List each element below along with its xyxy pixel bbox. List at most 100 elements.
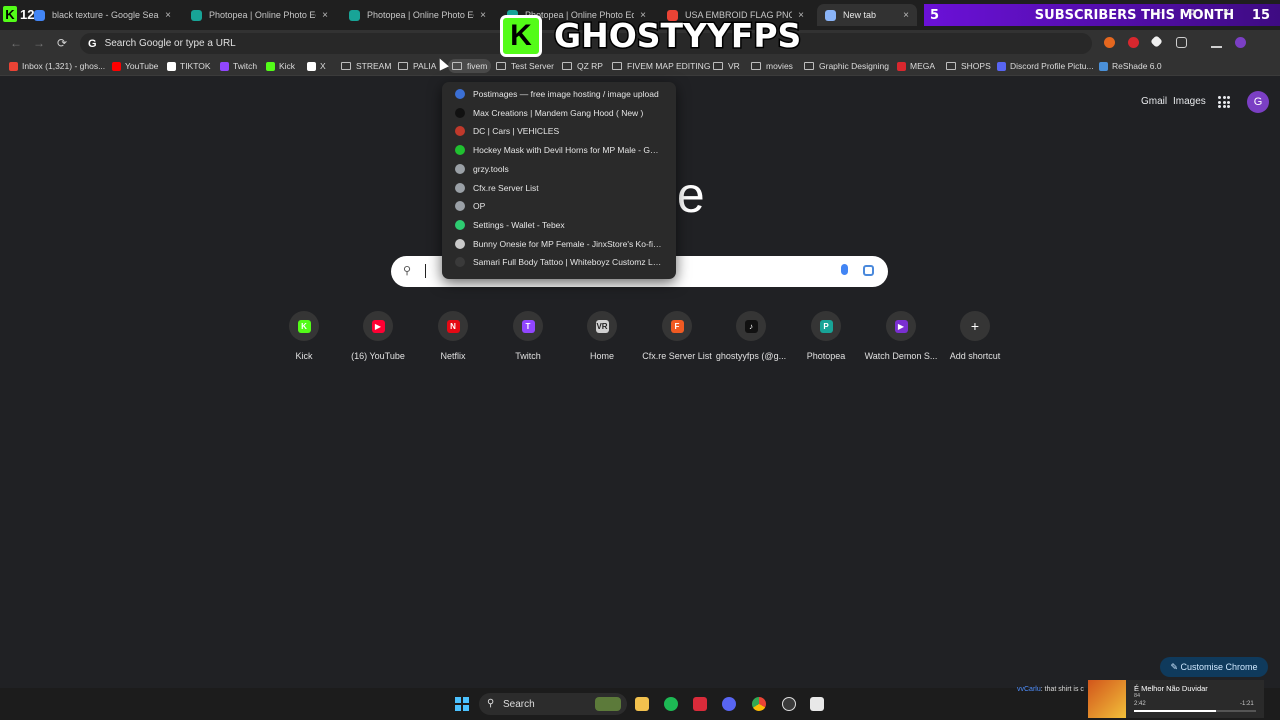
window-controls[interactable]: — ⧉ ✕ <box>1153 8 1242 18</box>
subscribers-count-right: 15 <box>1251 7 1270 23</box>
adobe-icon[interactable] <box>693 697 707 711</box>
reload-button[interactable]: ⟳ <box>57 36 67 50</box>
bookmark-17[interactable]: Discord Profile Pictu... <box>997 59 1094 73</box>
tab-close-icon[interactable]: × <box>165 10 171 21</box>
tab-close-icon[interactable]: × <box>903 10 909 21</box>
bookmark-5[interactable]: X <box>307 59 326 73</box>
dropdown-item-7[interactable]: Settings - Wallet - Tebex <box>442 216 676 234</box>
dropdown-item-8[interactable]: Bunny Onesie for MP Female - JinxStore's… <box>442 235 676 253</box>
tab-favicon-icon <box>34 9 45 21</box>
dropdown-item-4[interactable]: grzy.tools <box>442 160 676 178</box>
tab-0[interactable]: black texture - Google Search × <box>26 4 179 26</box>
shortcut-9[interactable]: + Add shortcut <box>938 311 1012 361</box>
site-favicon-icon <box>455 182 465 193</box>
customise-chrome-button[interactable]: ✎ Customise Chrome <box>1160 657 1268 677</box>
dropdown-item-0[interactable]: Postimages — free image hosting / image … <box>442 85 676 103</box>
dropdown-item-6[interactable]: OP <box>442 197 676 215</box>
bookmark-4[interactable]: Kick <box>266 59 295 73</box>
bookmark-label: Twitch <box>233 61 258 71</box>
extensions-puzzle-icon[interactable] <box>1176 37 1187 48</box>
extension-icon-2[interactable] <box>1128 37 1139 48</box>
bookmark-8[interactable]: fivem <box>448 59 492 73</box>
bookmark-label: SHOPS <box>961 61 991 71</box>
shortcut-label: Home <box>589 351 614 361</box>
discord-icon[interactable] <box>722 697 736 711</box>
dropdown-item-9[interactable]: Samari Full Body Tattoo | Whiteboyz Cust… <box>442 253 676 271</box>
shortcut-icon: ▶ <box>371 319 385 333</box>
google-lens-icon[interactable] <box>863 265 874 276</box>
bookmark-favicon-icon <box>220 61 229 71</box>
dropdown-item-5[interactable]: Cfx.re Server List <box>442 179 676 197</box>
bookmark-14[interactable]: Graphic Designing <box>804 59 889 73</box>
images-link[interactable]: Images <box>1173 96 1206 107</box>
file-explorer-icon[interactable] <box>635 697 649 711</box>
apps-grid-icon[interactable] <box>1218 96 1230 108</box>
bookmark-18[interactable]: ReShade 6.0 <box>1099 59 1162 73</box>
bookmark-16[interactable]: SHOPS <box>946 59 991 73</box>
dropdown-item-label: Cfx.re Server List <box>473 182 539 193</box>
extension-icon-3[interactable] <box>1150 35 1163 48</box>
shortcut-4[interactable]: VR Home <box>565 311 639 361</box>
folder-icon <box>341 62 351 70</box>
shortcut-tile: ▶ <box>886 311 916 341</box>
stream-chat-message: vvCarlu: that shirt is c <box>1017 686 1084 693</box>
taskbar-search-label: Search <box>503 698 535 710</box>
tab-close-icon[interactable]: × <box>322 10 328 21</box>
remaining-time: -1:21 <box>1240 701 1254 707</box>
shortcut-3[interactable]: T Twitch <box>491 311 565 361</box>
bookmark-label: Graphic Designing <box>819 61 889 71</box>
extension-icon-1[interactable] <box>1104 37 1115 48</box>
tab-5[interactable]: New tab × <box>817 4 917 26</box>
spotify-icon[interactable] <box>664 697 678 711</box>
tab-2[interactable]: Photopea | Online Photo Editor × <box>341 4 494 26</box>
text-caret <box>425 264 426 278</box>
site-favicon-icon <box>455 219 465 230</box>
site-favicon-icon <box>455 238 465 249</box>
shortcut-5[interactable]: F Cfx.re Server List <box>640 311 714 361</box>
bookmark-7[interactable]: PALIA <box>398 59 436 73</box>
windows-start-icon[interactable] <box>455 697 469 711</box>
bookmark-15[interactable]: MEGA <box>897 59 935 73</box>
chrome-icon[interactable] <box>752 697 766 711</box>
shortcut-7[interactable]: P Photopea <box>789 311 863 361</box>
bookmark-2[interactable]: TIKTOK <box>167 59 211 73</box>
microphone-icon[interactable] <box>841 264 848 275</box>
bookmark-6[interactable]: STREAM <box>341 59 391 73</box>
account-avatar[interactable]: G <box>1247 91 1269 113</box>
now-playing-widget: É Melhor Não Duvidar 84 2:42 -1:21 <box>1088 680 1264 718</box>
tab-1[interactable]: Photopea | Online Photo Editor × <box>183 4 336 26</box>
app-icon-github[interactable] <box>782 697 796 711</box>
gmail-link[interactable]: Gmail <box>1141 96 1167 107</box>
bookmark-1[interactable]: YouTube <box>112 59 158 73</box>
taskbar-search[interactable]: ⚲ Search <box>479 693 627 715</box>
profile-avatar-icon[interactable] <box>1235 37 1246 48</box>
forward-button[interactable]: → <box>33 36 45 50</box>
shortcut-icon: ▶ <box>894 319 908 333</box>
back-button[interactable]: ← <box>10 36 22 50</box>
shortcut-0[interactable]: K Kick <box>267 311 341 361</box>
app-icon-v[interactable] <box>810 697 824 711</box>
shortcut-8[interactable]: ▶ Watch Demon S... <box>864 311 938 361</box>
site-favicon-icon <box>455 89 465 99</box>
dropdown-item-3[interactable]: Hockey Mask with Devil Horns for MP Male… <box>442 141 676 159</box>
shortcut-6[interactable]: ♪ ghostyyfps (@g... <box>714 311 788 361</box>
folder-icon <box>452 62 462 70</box>
streamer-overlay-logo: K GHOSTYYFPS <box>496 12 803 64</box>
bookmark-0[interactable]: Inbox (1,321) - ghos... <box>9 59 105 73</box>
dropdown-item-1[interactable]: Max Creations | Mandem Gang Hood ( New ) <box>442 104 676 122</box>
shortcut-2[interactable]: N Netflix <box>416 311 490 361</box>
tab-close-icon[interactable]: × <box>480 10 486 21</box>
shortcut-tile: N <box>438 311 468 341</box>
dropdown-item-label: Max Creations | Mandem Gang Hood ( New ) <box>473 107 644 118</box>
omnibox-placeholder: Search Google or type a URL <box>104 38 236 49</box>
shortcut-tile: + <box>960 311 990 341</box>
shortcut-icon: T <box>521 319 535 333</box>
dropdown-item-2[interactable]: DC | Cars | VEHICLES <box>442 122 676 140</box>
bookmark-label: Inbox (1,321) - ghos... <box>22 61 106 71</box>
bookmark-3[interactable]: Twitch <box>220 59 257 73</box>
download-icon[interactable] <box>1211 37 1222 48</box>
folder-icon <box>804 62 814 70</box>
search-icon: ⚲ <box>487 698 495 709</box>
shortcut-label: Photopea <box>806 351 846 361</box>
shortcut-1[interactable]: ▶ (16) YouTube <box>341 311 415 361</box>
